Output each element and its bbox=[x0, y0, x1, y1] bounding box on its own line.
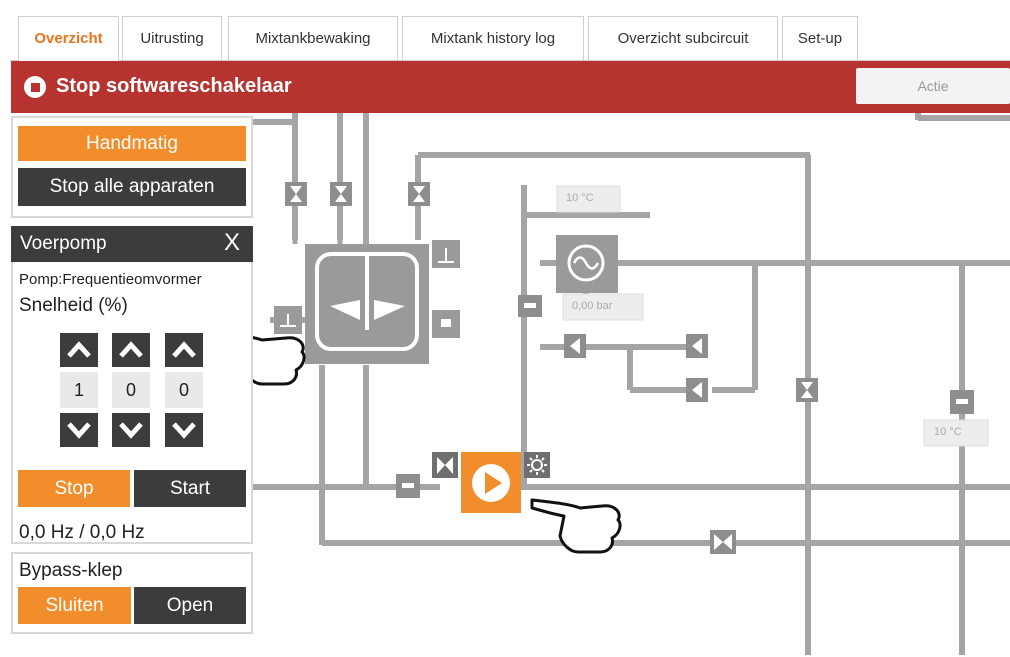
tab-set-up[interactable]: Set-up bbox=[782, 16, 858, 60]
tab-overzicht-subcircuit[interactable]: Overzicht subcircuit bbox=[588, 16, 778, 60]
decrease-tens-button[interactable] bbox=[112, 413, 150, 447]
temperature-sensor-1: 10 °C bbox=[566, 192, 594, 204]
decrease-hundreds-button[interactable] bbox=[60, 413, 98, 447]
manual-button[interactable]: Handmatig bbox=[18, 126, 246, 161]
frequency-readout: 0,0 Hz / 0,0 Hz bbox=[19, 522, 145, 543]
chevron-down-icon bbox=[172, 422, 196, 439]
stop-icon bbox=[24, 76, 46, 98]
chevron-up-icon bbox=[67, 341, 91, 358]
chevron-down-icon bbox=[67, 422, 91, 439]
increase-ones-button[interactable] bbox=[165, 333, 203, 367]
tab-mixtankbewaking[interactable]: Mixtankbewaking bbox=[228, 16, 398, 60]
pressure-sensor: 0,00 bar bbox=[572, 300, 613, 312]
pointing-hand-icon bbox=[210, 330, 622, 554]
speed-label: Snelheid (%) bbox=[19, 295, 128, 316]
increase-tens-button[interactable] bbox=[112, 333, 150, 367]
tab-uitrusting[interactable]: Uitrusting bbox=[122, 16, 222, 60]
voerpomp-title: Voerpomp bbox=[20, 233, 107, 254]
increase-hundreds-button[interactable] bbox=[60, 333, 98, 367]
bypass-title: Bypass-klep bbox=[19, 560, 123, 581]
bypass-open-button[interactable]: Open bbox=[134, 587, 246, 624]
speed-digit-hundreds: 1 bbox=[60, 372, 98, 408]
pump-start-button[interactable]: Start bbox=[134, 470, 246, 507]
pump-stop-button[interactable]: Stop bbox=[18, 470, 130, 507]
decrease-ones-button[interactable] bbox=[165, 413, 203, 447]
bypass-close-button[interactable]: Sluiten bbox=[18, 587, 131, 624]
close-icon[interactable]: X bbox=[224, 229, 240, 257]
pump-type-label: Pomp:Frequentieomvormer bbox=[19, 271, 202, 288]
stop-all-devices-button[interactable]: Stop alle apparaten bbox=[18, 168, 246, 206]
header-title: Stop softwareschakelaar bbox=[56, 75, 292, 97]
tab-mixtank-history-log[interactable]: Mixtank history log bbox=[402, 16, 584, 60]
speed-digit-tens: 0 bbox=[112, 372, 150, 408]
chevron-up-icon bbox=[172, 341, 196, 358]
speed-digit-ones: 0 bbox=[165, 372, 203, 408]
chevron-down-icon bbox=[119, 422, 143, 439]
action-button[interactable]: Actie bbox=[856, 68, 1010, 104]
chevron-up-icon bbox=[119, 341, 143, 358]
temperature-sensor-2: 10 °C bbox=[934, 426, 962, 438]
tab-overzicht[interactable]: Overzicht bbox=[18, 16, 119, 62]
